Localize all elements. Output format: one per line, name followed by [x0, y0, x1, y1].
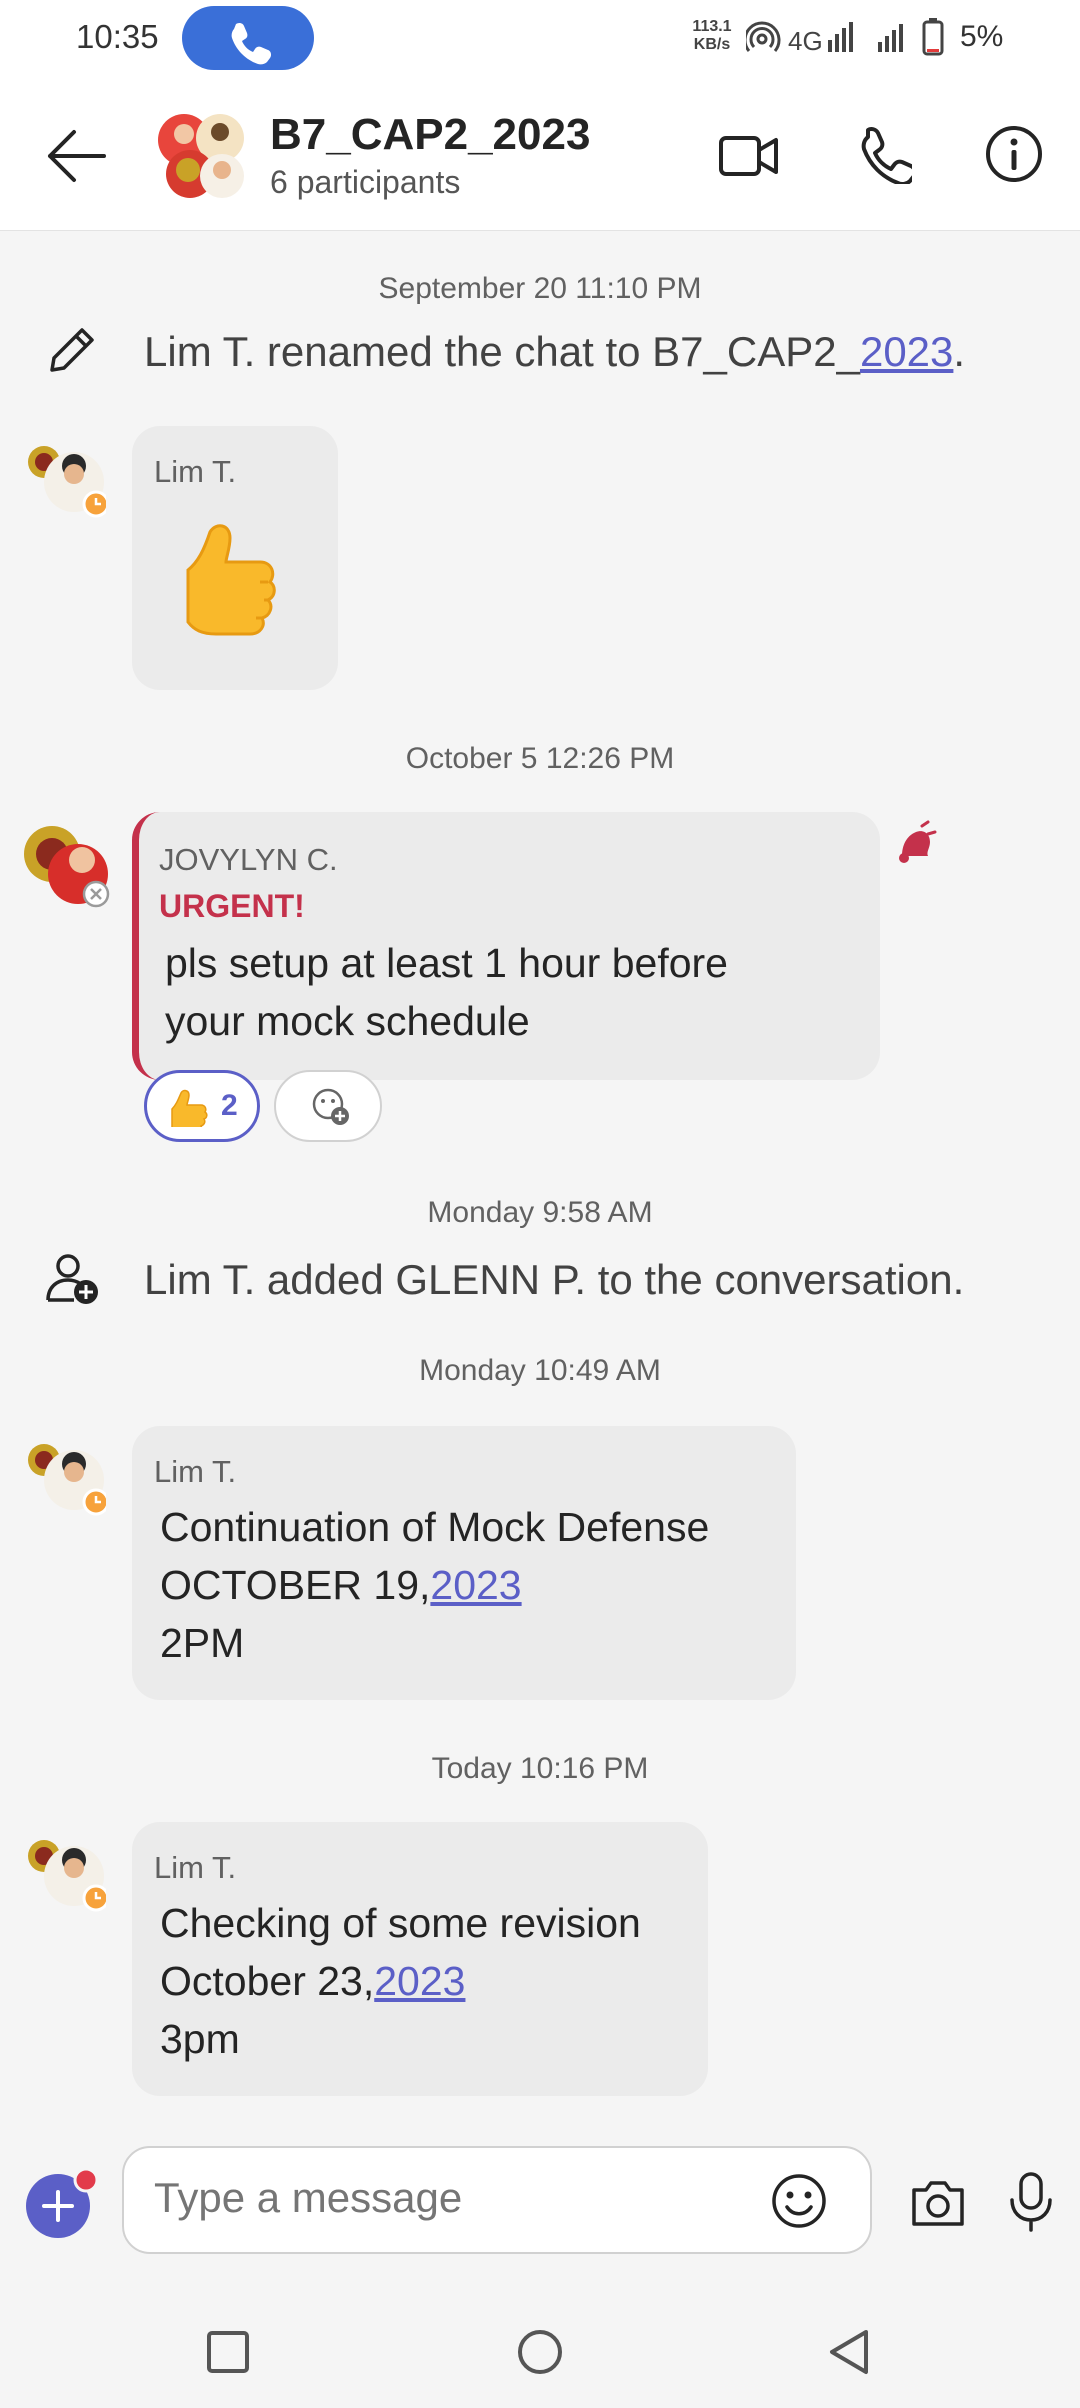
participants-count[interactable]: 6 participants [270, 164, 460, 201]
urgent-label: URGENT! [159, 888, 305, 924]
microphone-icon[interactable] [1006, 2170, 1056, 2234]
phone-icon [231, 22, 272, 65]
date-link[interactable]: 2023 [374, 1958, 465, 2004]
battery-icon [922, 18, 944, 56]
add-person-icon [46, 1254, 98, 1304]
timestamp: Monday 9:58 AM [427, 1196, 653, 1229]
status-time: 10:35 [76, 18, 159, 55]
recent-apps-icon[interactable] [206, 2330, 250, 2374]
rename-event: Lim T. renamed the chat to B7_CAP2_2023. [144, 328, 965, 376]
sender-name: Lim T. [154, 1454, 237, 1489]
sender-name: JOVYLYN C. [159, 842, 338, 877]
battery-percent: 5% [960, 20, 1004, 53]
rename-text: Lim T. renamed the chat to B7_CAP2_ [144, 328, 860, 375]
audio-call-icon[interactable] [856, 124, 912, 184]
network-speed-value: 113.1 [692, 18, 732, 35]
network-speed-unit: KB/s [693, 36, 731, 53]
add-reaction-button[interactable] [274, 1070, 382, 1142]
reaction-thumbs-up[interactable]: 2 [144, 1070, 260, 1142]
urgent-bell-icon [899, 820, 937, 863]
message-line: October 23,2023 [160, 1952, 641, 2010]
video-call-icon[interactable] [718, 128, 780, 184]
rename-suffix: . [953, 328, 966, 375]
thumbs-up-icon [171, 1089, 208, 1127]
message-line: Continuation of Mock Defense [160, 1504, 710, 1550]
message-composer[interactable] [122, 2146, 872, 2254]
emoji-icon[interactable] [770, 2172, 828, 2230]
plus-icon [26, 2167, 99, 2238]
camera-icon[interactable] [908, 2172, 968, 2232]
timestamp: Monday 10:49 AM [419, 1354, 661, 1387]
message-line: 2PM [160, 1620, 245, 1666]
hotspot-icon [746, 21, 781, 52]
reaction-count: 2 [221, 1089, 238, 1122]
avatar[interactable] [24, 1434, 106, 1516]
compose-extensions-button[interactable] [26, 2167, 99, 2238]
avatar[interactable] [24, 1830, 106, 1912]
group-avatar[interactable] [154, 108, 246, 200]
message-line: your mock schedule [165, 998, 530, 1044]
avatar[interactable] [24, 436, 106, 518]
network-speed: 113.1 KB/s [682, 18, 742, 54]
message-text: Checking of some revision October 23,202… [160, 1894, 641, 2068]
sender-name: Lim T. [154, 1850, 237, 1885]
chat-title[interactable]: B7_CAP2_2023 [270, 110, 590, 160]
message-bubble[interactable]: Lim T. Checking of some revision October… [132, 1822, 708, 2096]
message-text: pls setup at least 1 hour before your mo… [165, 934, 728, 1050]
back-arrow-icon[interactable] [44, 126, 108, 186]
thumbs-up-emoji-icon [186, 524, 276, 636]
avatar[interactable] [22, 820, 112, 910]
signal-icons: 4G [746, 18, 944, 56]
timestamp: Today 10:16 PM [431, 1752, 649, 1785]
message-date-text: October 23, [160, 1958, 375, 2004]
member-added-event: Lim T. added GLENN P. to the conversatio… [144, 1256, 965, 1303]
signal-strength-icon [828, 22, 903, 52]
message-line: Checking of some revision [160, 1900, 641, 1946]
message-line: pls setup at least 1 hour before [165, 940, 728, 986]
ongoing-call-pill[interactable] [182, 6, 314, 70]
urgent-message-bubble[interactable]: JOVYLYN C. URGENT! pls setup at least 1 … [132, 812, 880, 1080]
message-line: OCTOBER 19,2023 [160, 1556, 709, 1614]
timestamp: September 20 11:10 PM [378, 272, 702, 305]
timestamp: October 5 12:26 PM [405, 742, 675, 775]
date-link[interactable]: 2023 [860, 328, 953, 375]
message-date-text: OCTOBER 19, [160, 1562, 431, 1608]
info-icon[interactable] [984, 124, 1044, 184]
sender-name: Lim T. [154, 454, 237, 489]
date-link[interactable]: 2023 [430, 1562, 521, 1608]
message-input[interactable] [154, 2174, 714, 2222]
group-avatar-image [158, 114, 244, 198]
message-bubble[interactable]: Lim T. Continuation of Mock Defense OCTO… [132, 1426, 796, 1700]
message-line: 3pm [160, 2016, 240, 2062]
add-reaction-icon [312, 1088, 349, 1125]
network-type: 4G [788, 26, 823, 56]
system-navigation-bar [0, 2290, 1080, 2408]
back-icon[interactable] [826, 2328, 872, 2376]
status-bar: 10:35 113.1 KB/s 4G 5% [0, 0, 1080, 80]
message-text: Continuation of Mock Defense OCTOBER 19,… [160, 1498, 709, 1672]
chat-header: B7_CAP2_2023 6 participants [0, 80, 1080, 231]
pencil-icon [50, 328, 94, 372]
home-icon[interactable] [516, 2328, 564, 2376]
message-bubble[interactable]: Lim T. [132, 426, 338, 690]
